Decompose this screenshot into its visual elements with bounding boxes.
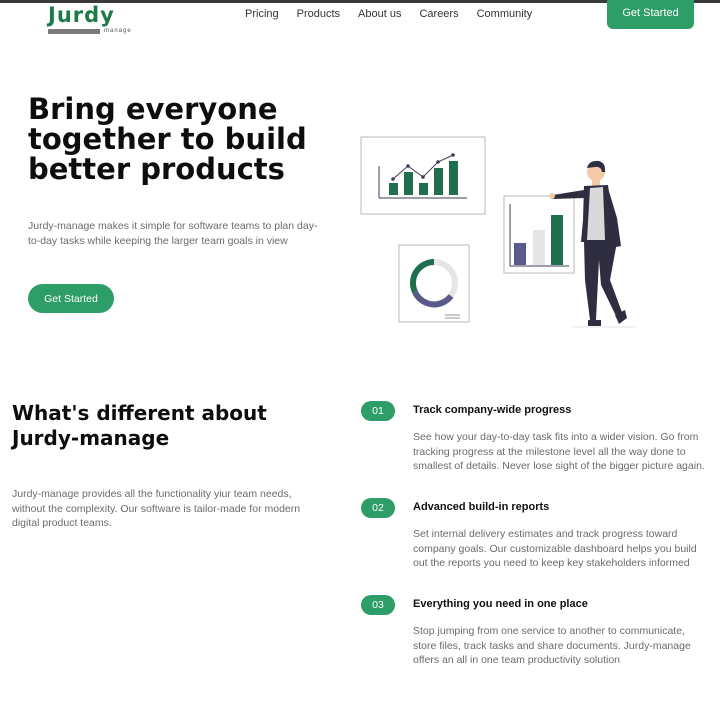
feature-number-badge: 01 (361, 401, 395, 421)
logo[interactable]: Jurdy manage (48, 2, 131, 34)
feature-number-badge: 03 (361, 595, 395, 615)
hero-illustration (355, 130, 645, 335)
hero-get-started-button[interactable]: Get Started (28, 284, 114, 313)
nav-item-pricing[interactable]: Pricing (245, 7, 279, 21)
header-get-started-button[interactable]: Get Started (607, 0, 694, 29)
logo-subtitle: manage (104, 28, 132, 34)
feature-item: 02 Advanced build-in reports Set interna… (361, 498, 711, 578)
hero-description: Jurdy-manage makes it simple for softwar… (28, 220, 318, 247)
nav-item-products[interactable]: Products (297, 7, 340, 21)
feature-title: Track company-wide progress (413, 404, 572, 416)
line-bar-chart-card (360, 136, 486, 215)
analytics-illustration (360, 136, 635, 328)
feature-title: Everything you need in one place (413, 598, 588, 610)
feature-description: Set internal delivery estimates and trac… (413, 528, 697, 569)
logo-wordmark: Jurdy (48, 3, 115, 27)
nav-item-community[interactable]: Community (477, 7, 533, 21)
logo-underline (48, 29, 100, 34)
nav-item-about-us[interactable]: About us (358, 7, 401, 21)
donut-chart-card (398, 244, 470, 323)
feature-item: 03 Everything you need in one place Stop… (361, 595, 711, 675)
bar-chart-card (503, 195, 575, 274)
feature-number-badge: 02 (361, 498, 395, 518)
feature-item: 01 Track company-wide progress See how y… (361, 401, 711, 481)
section-description: Jurdy-manage provides all the functional… (12, 488, 301, 529)
feature-description: Stop jumping from one service to another… (413, 625, 691, 666)
section-title: What's different about Jurdy-manage (12, 401, 267, 450)
nav-item-careers[interactable]: Careers (419, 7, 458, 21)
feature-description: See how your day-to-day task fits into a… (413, 431, 705, 472)
feature-title: Advanced build-in reports (413, 501, 550, 513)
hero-title: Bring everyone together to build better … (28, 92, 307, 186)
main-nav: Pricing Products About us Careers Commun… (245, 7, 550, 21)
